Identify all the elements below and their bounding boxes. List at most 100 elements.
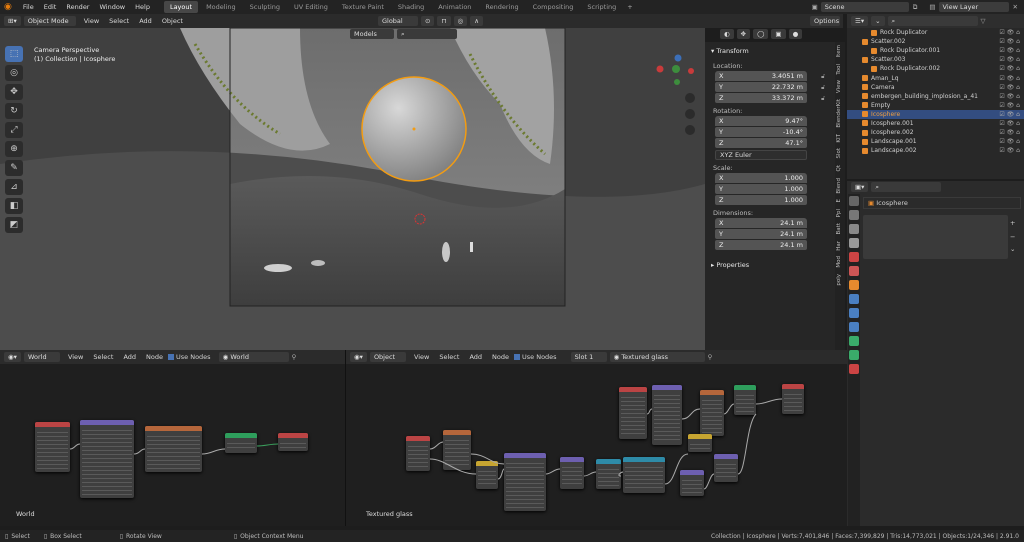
move-tool-icon[interactable]: ✥ — [5, 84, 23, 100]
visibility-icon[interactable]: ☑ 👁︎ ⌂ — [999, 146, 1020, 155]
outliner-row[interactable]: Rock Duplicator ☑ 👁︎ ⌂ — [847, 28, 1024, 37]
sidebar-tab-blend[interactable]: Blend — [836, 178, 842, 194]
modifier-list[interactable] — [863, 215, 1008, 259]
measure-tool-icon[interactable]: ⊿ — [5, 179, 23, 195]
sidebar-tab-ppl[interactable]: Ppl — [836, 209, 842, 217]
models-dropdown[interactable]: Models — [350, 29, 394, 39]
scene-copy-icon[interactable]: ⧉ — [913, 3, 918, 12]
outliner-row[interactable]: Empty ☑ 👁︎ ⌂ — [847, 101, 1024, 110]
physics-properties-icon[interactable] — [849, 322, 859, 332]
visibility-icon[interactable]: ☑ 👁︎ ⌂ — [999, 119, 1020, 128]
visibility-icon[interactable]: ☑ 👁︎ ⌂ — [999, 83, 1020, 92]
outliner-row[interactable]: Aman_Lq ☑ 👁︎ ⌂ — [847, 73, 1024, 82]
blender-logo-icon[interactable]: ◉ — [4, 2, 12, 12]
visibility-icon[interactable]: ☑ 👁︎ ⌂ — [999, 37, 1020, 46]
visibility-icon[interactable]: ☑ 👁︎ ⌂ — [999, 92, 1020, 101]
object-mode-dropdown[interactable]: Object Mode — [23, 16, 76, 26]
node-editor-type-icon[interactable]: ◉▾ — [350, 352, 367, 362]
visibility-icon[interactable]: ☑ 👁︎ ⌂ — [999, 137, 1020, 146]
output-properties-icon[interactable] — [849, 224, 859, 234]
outliner-search-icon[interactable]: ⌕ — [887, 16, 978, 26]
object-properties-icon[interactable] — [849, 280, 859, 290]
location-x-field[interactable]: X 3.4051 m — [715, 71, 807, 81]
falloff-icon[interactable]: ∧ — [470, 16, 483, 26]
pivot-icon[interactable]: ⊙ — [420, 16, 435, 26]
dimensions-z-field[interactable]: Z 24.1 m — [715, 240, 807, 250]
scene-properties-icon[interactable] — [849, 252, 859, 262]
outliner-row[interactable]: Rock Duplicator.001 ☑ 👁︎ ⌂ — [847, 46, 1024, 55]
constraint-properties-icon[interactable] — [849, 336, 859, 346]
tab-layout[interactable]: Layout — [163, 1, 199, 13]
tab-modeling[interactable]: Modeling — [200, 1, 242, 13]
rotation-mode-dropdown[interactable]: XYZ Euler — [715, 150, 807, 160]
sidebar-tab-slot[interactable]: Slot — [836, 148, 842, 159]
add-workspace-icon[interactable]: + — [627, 3, 632, 11]
world-properties-icon[interactable] — [849, 266, 859, 276]
sidebar-tab-batt[interactable]: Batt — [836, 223, 842, 234]
menu-select[interactable]: Select — [88, 350, 118, 364]
pin-icon[interactable]: ⚲ — [292, 353, 297, 361]
sidebar-tab-e[interactable]: E — [836, 199, 842, 202]
render-properties-icon[interactable] — [849, 210, 859, 220]
visibility-icon[interactable]: ☑ 👁︎ ⌂ — [999, 110, 1020, 119]
menu-file[interactable]: File — [18, 0, 39, 14]
editor-type-button[interactable]: ⊞▾ — [4, 16, 21, 26]
outliner-row[interactable]: Landscape.002 ☑ 👁︎ ⌂ — [847, 146, 1024, 155]
add-cube-tool-icon[interactable]: ◧ — [5, 198, 23, 214]
menu-edit[interactable]: Edit — [39, 0, 62, 14]
add-item-icon[interactable]: + — [1010, 219, 1015, 227]
outliner-row[interactable]: Icosphere ☑ 👁︎ ⌂ — [847, 109, 1024, 119]
menu-window[interactable]: Window — [94, 0, 130, 14]
menu-select[interactable]: Select — [104, 14, 134, 28]
sidebar-tab-view[interactable]: View — [836, 80, 842, 93]
tab-shading[interactable]: Shading — [392, 1, 430, 13]
remove-item-icon[interactable]: − — [1010, 233, 1015, 241]
menu-select[interactable]: Select — [434, 350, 464, 364]
extra-tool-icon[interactable]: ◩ — [5, 217, 23, 233]
particle-properties-icon[interactable] — [849, 308, 859, 318]
orientation-dropdown[interactable]: Global — [377, 16, 418, 26]
outliner-row[interactable]: embergen_building_implosion_a_41 ☑ 👁︎ ⌂ — [847, 92, 1024, 101]
location-z-field[interactable]: Z 33.372 m — [715, 93, 807, 103]
outliner-type-icon[interactable]: ☰▾ — [851, 16, 869, 26]
sidebar-tab-item[interactable]: Item — [836, 45, 842, 58]
tab-compositing[interactable]: Compositing — [527, 1, 580, 13]
rotation-x-field[interactable]: X 9.47° — [715, 116, 807, 126]
sidebar-tab-mod[interactable]: Mod — [836, 256, 842, 268]
tab-sculpting[interactable]: Sculpting — [244, 1, 286, 13]
lock-icon[interactable]: 🔓︎ — [821, 84, 825, 92]
world-node-editor[interactable]: ◉▾ World View Select Add Node Use Nodes … — [0, 350, 346, 526]
shading-wire-icon[interactable]: ● — [788, 29, 803, 39]
data-properties-icon[interactable] — [849, 350, 859, 360]
view-layer-close-icon[interactable]: ✕ — [1013, 3, 1018, 11]
menu-view[interactable]: View — [79, 14, 104, 28]
visibility-icon[interactable]: ◐ — [720, 29, 734, 39]
material-properties-icon[interactable] — [849, 364, 859, 374]
properties-panel-title[interactable]: ▸ Properties — [709, 258, 831, 272]
visibility-icon[interactable]: ☑ 👁︎ ⌂ — [999, 28, 1020, 37]
visibility-icon[interactable]: ☑ 👁︎ ⌂ — [999, 101, 1020, 110]
visibility-icon[interactable]: ☑ 👁︎ ⌂ — [999, 128, 1020, 137]
world-shader-type-dropdown[interactable]: World — [23, 352, 60, 362]
scale-y-field[interactable]: Y 1.000 — [715, 184, 807, 194]
visibility-icon[interactable]: ☑ 👁︎ ⌂ — [999, 46, 1020, 55]
chevron-down-icon[interactable]: ⌄ — [1010, 245, 1015, 253]
rotate-tool-icon[interactable]: ↻ — [5, 103, 23, 119]
visibility-icon[interactable]: ☑ 👁︎ ⌂ — [999, 64, 1020, 73]
menu-object[interactable]: Object — [157, 14, 188, 28]
world-datablock-field[interactable]: ◉ World — [218, 352, 289, 362]
rotation-y-field[interactable]: Y -10.4° — [715, 127, 807, 137]
tab-scripting[interactable]: Scripting — [581, 1, 622, 13]
annotate-tool-icon[interactable]: ✎ — [5, 160, 23, 176]
menu-node[interactable]: Node — [141, 350, 168, 364]
overlay-toggle-icon[interactable]: ◯ — [753, 29, 769, 39]
sidebar-tab-qt[interactable]: Qt — [836, 165, 842, 172]
xray-icon[interactable]: ▣ — [771, 29, 786, 39]
sidebar-tab-poly[interactable]: poly — [836, 274, 842, 286]
scale-tool-icon[interactable]: ⤢ — [5, 122, 23, 138]
viewport-search-icon[interactable]: ⌕ — [397, 29, 457, 39]
location-y-field[interactable]: Y 22.732 m — [715, 82, 807, 92]
transform-panel-title[interactable]: ▾ Transform — [709, 44, 831, 58]
outliner-row[interactable]: Scatter.003 ☑ 👁︎ ⌂ — [847, 55, 1024, 64]
outliner-row[interactable]: Rock Duplicator.002 ☑ 👁︎ ⌂ — [847, 64, 1024, 73]
